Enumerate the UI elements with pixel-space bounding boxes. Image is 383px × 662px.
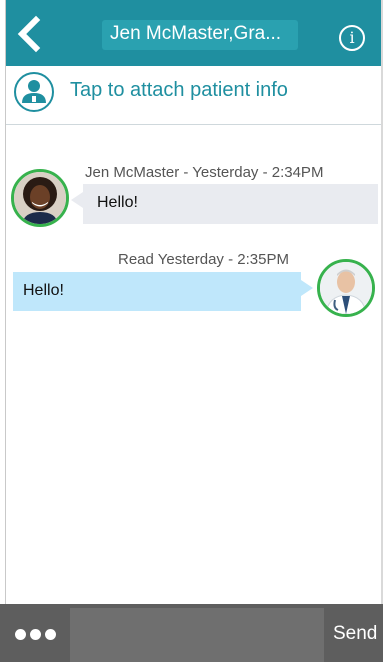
chevron-left-icon xyxy=(17,15,41,53)
patient-glyph xyxy=(22,80,46,103)
outgoing-message-text: Hello! xyxy=(23,282,64,299)
outgoing-message-bubble[interactable]: Hello! xyxy=(13,272,313,311)
incoming-message-meta: Jen McMaster - Yesterday - 2:34PM xyxy=(85,164,324,181)
dot-icon xyxy=(45,629,56,640)
message-input[interactable] xyxy=(70,608,324,662)
woman-avatar[interactable] xyxy=(11,169,69,227)
conversation-title[interactable]: Jen McMaster,Gra... xyxy=(110,23,296,45)
outgoing-message-meta: Read Yesterday - 2:35PM xyxy=(118,251,289,268)
attach-patient-bar[interactable]: Tap to attach patient info xyxy=(6,66,381,125)
incoming-message-text: Hello! xyxy=(97,194,138,211)
attach-patient-label: Tap to attach patient info xyxy=(70,79,288,101)
doctor-avatar-image xyxy=(320,262,372,314)
back-button[interactable] xyxy=(12,14,48,54)
more-dots-icon[interactable] xyxy=(15,629,60,641)
woman-avatar-image xyxy=(14,172,66,224)
dot-icon xyxy=(30,629,41,640)
doctor-avatar[interactable] xyxy=(317,259,375,317)
send-button[interactable]: Send xyxy=(333,623,377,645)
patient-icon xyxy=(14,72,54,112)
dot-icon xyxy=(15,629,26,640)
info-button[interactable]: i xyxy=(339,25,365,51)
conversation-header: Jen McMaster,Gra... i xyxy=(6,0,381,66)
info-icon: i xyxy=(349,28,355,47)
message-composer: Send xyxy=(0,604,383,662)
incoming-message-bubble[interactable]: Hello! xyxy=(71,184,378,224)
